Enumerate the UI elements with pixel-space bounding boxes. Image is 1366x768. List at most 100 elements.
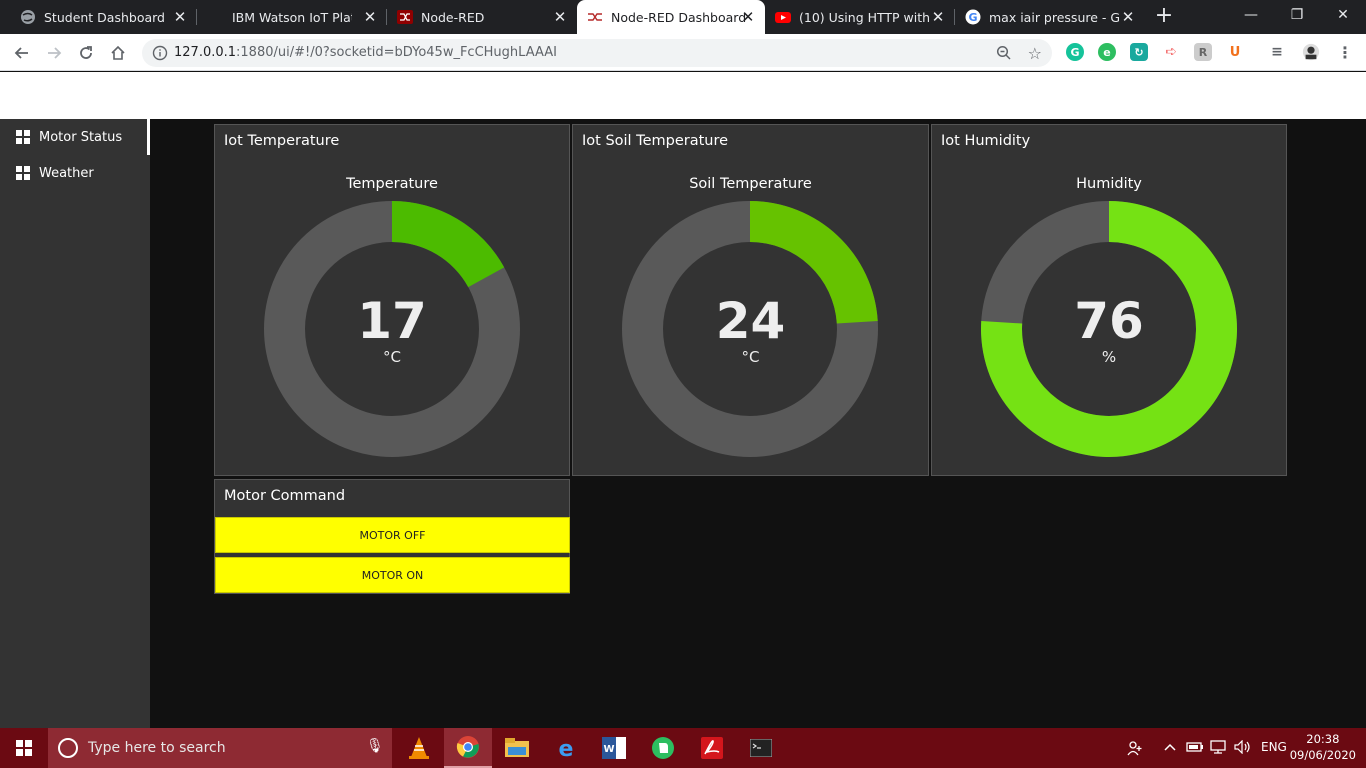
page-top-bar [0,72,1366,119]
new-tab-plus-icon[interactable]: + [1152,5,1176,29]
sidebar-item-label: Weather [39,165,94,181]
minimize-icon[interactable]: — [1228,0,1274,30]
tab-title: max iair pressure - Google Search [989,9,1119,25]
url-path: :1880/ui/#!/0?socketid=bDYo45w_FcCHughLA… [236,45,557,60]
gauge-label: Temperature [346,176,438,192]
motor-off-button[interactable]: MOTOR OFF [215,517,570,553]
network-icon[interactable] [1210,740,1228,757]
gauge-label: Soil Temperature [689,176,812,192]
search-placeholder: Type here to search [88,740,226,756]
microphone-icon[interactable]: 🎙 [366,738,384,754]
globe-icon [20,9,36,25]
clock-time: 20:38 [1306,732,1340,746]
url-text: 127.0.0.1:1880/ui/#!/0?socketid=bDYo45w_… [174,45,557,60]
card-title: Iot Temperature [224,133,340,149]
extension-arrow-icon[interactable]: ➪ [1162,43,1180,61]
info-icon[interactable] [152,45,168,65]
url-host: 127.0.0.1 [174,45,237,60]
gauge-fill-arc [392,201,505,288]
cortana-icon [58,738,78,758]
reload-icon[interactable] [72,39,100,67]
profile-avatar[interactable] [1302,43,1320,61]
sidebar-item-label: Motor Status [39,129,123,145]
bookmark-star-icon[interactable]: ☆ [1028,44,1042,63]
tab-close-icon[interactable]: ✕ [739,8,757,26]
people-icon[interactable] [1127,740,1143,759]
tab-close-icon[interactable]: ✕ [171,8,189,26]
gauge-label: Humidity [1076,176,1142,192]
tab-title: (10) Using HTTP with Node-RED [799,9,929,25]
tab-close-icon[interactable]: ✕ [551,8,569,26]
back-arrow-icon[interactable] [8,39,36,67]
svg-text:W: W [603,744,614,755]
battery-icon[interactable] [1186,740,1204,757]
chevron-up-icon[interactable] [1163,740,1177,757]
sidebar-item-motor-status[interactable]: Motor Status [0,119,150,155]
tab-node-red-dashboard[interactable]: Node-RED Dashboard ✕ [577,0,765,34]
extension-u-icon[interactable]: U [1226,43,1244,61]
grammarly-icon[interactable]: G [1066,43,1084,61]
card-title: Iot Soil Temperature [582,133,729,149]
clock[interactable]: 20:38 09/06/2020 [1290,731,1356,763]
chrome-menu-icon[interactable]: ⋮ [1336,43,1354,62]
zoom-icon[interactable] [996,45,1012,65]
evernote-icon[interactable]: e [1098,43,1116,61]
svg-text:G: G [968,11,977,24]
gauge-value: 24 [715,292,786,350]
sidebar-item-weather[interactable]: Weather [0,155,150,191]
vlc-icon[interactable] [395,728,443,768]
svg-text:e: e [559,737,574,760]
gauge-value: 76 [1074,292,1144,350]
card-motor-command: Motor Command MOTOR OFF MOTOR ON [214,479,570,594]
gauge-value: 17 [357,292,427,350]
tab-google-search[interactable]: G max iair pressure - Google Search ✕ [955,0,1145,34]
card-iot-soil-temperature: Iot Soil Temperature Soil Temperature 24… [572,124,929,476]
tab-strip: Student Dashboard ✕ IBM Watson IoT Platf… [0,0,1366,34]
restore-icon[interactable]: ❐ [1274,0,1320,30]
word-icon[interactable]: W [590,728,638,768]
chrome-icon[interactable] [444,728,492,768]
card-iot-temperature: Iot Temperature Temperature 17 °C [214,124,570,476]
home-icon[interactable] [104,39,132,67]
extension-r-icon[interactable]: R [1194,43,1212,61]
acrobat-icon[interactable] [688,728,736,768]
card-title: Iot Humidity [941,133,1031,149]
tab-youtube[interactable]: (10) Using HTTP with Node-RED ✕ [765,0,955,34]
browser-toolbar: 127.0.0.1:1880/ui/#!/0?socketid=bDYo45w_… [0,34,1366,71]
tab-title: IBM Watson IoT Platform [232,9,352,25]
node-red-icon [587,9,603,25]
windows-start-icon[interactable] [0,728,48,768]
language-indicator[interactable]: ENG [1261,740,1287,754]
tab-close-icon[interactable]: ✕ [929,8,947,26]
motor-on-button[interactable]: MOTOR ON [215,557,570,593]
dashboard-icon [16,130,30,144]
window-close-icon[interactable]: ✕ [1320,0,1366,30]
volume-icon[interactable] [1234,739,1252,757]
forward-arrow-icon[interactable] [40,39,68,67]
tab-close-icon[interactable]: ✕ [1119,8,1137,26]
sidebar: Motor Status Weather [0,119,150,728]
card-title: Motor Command [224,488,346,504]
tab-student-dashboard[interactable]: Student Dashboard ✕ [0,0,197,34]
tab-node-red[interactable]: Node-RED ✕ [387,0,577,34]
dashboard-icon [16,166,30,180]
clock-date: 09/06/2020 [1289,748,1356,762]
media-playlist-icon[interactable]: ≡ [1268,43,1286,61]
evernote-taskbar-icon[interactable] [639,728,687,768]
gauge-unit: °C [383,348,401,366]
node-red-icon [397,9,413,25]
file-explorer-icon[interactable] [493,728,541,768]
node-red-dashboard: Motor Status Weather Iot Temperature Tem… [0,119,1366,728]
google-icon: G [965,9,981,25]
tab-close-icon[interactable]: ✕ [361,8,379,26]
youtube-icon [775,9,791,25]
command-prompt-icon[interactable] [737,728,785,768]
tab-ibm-watson[interactable]: IBM Watson IoT Platform ✕ [197,0,387,34]
extension-refresh-icon[interactable]: ↻ [1130,43,1148,61]
taskbar-search-box[interactable]: Type here to search 🎙 [48,728,392,768]
card-iot-humidity: Iot Humidity Humidity 76 % [931,124,1287,476]
address-bar[interactable]: 127.0.0.1:1880/ui/#!/0?socketid=bDYo45w_… [142,39,1052,67]
gauge-unit: % [1101,348,1117,366]
gauge-unit: °C [741,348,760,366]
edge-icon[interactable]: e [542,728,590,768]
